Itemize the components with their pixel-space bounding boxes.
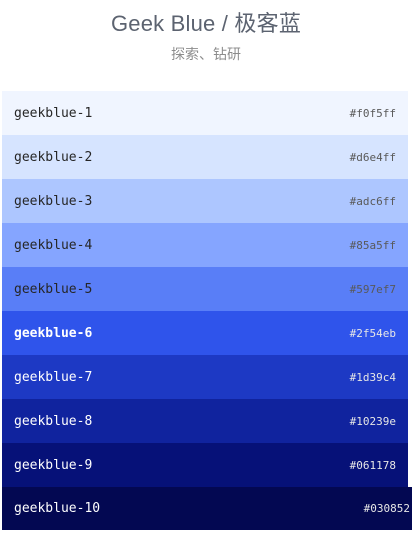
swatch-name: geekblue-8 — [14, 413, 93, 429]
swatch-hex: #d6e4ff — [349, 150, 396, 164]
swatch-geekblue-4[interactable]: geekblue-4 #85a5ff — [2, 223, 408, 267]
swatch-geekblue-6[interactable]: geekblue-6 #2f54eb — [2, 311, 408, 355]
swatch-geekblue-1[interactable]: geekblue-1 #f0f5ff — [2, 91, 408, 135]
swatch-name: geekblue-3 — [14, 193, 93, 209]
swatch-name: geekblue-1 — [14, 105, 93, 121]
swatch-name: geekblue-2 — [14, 149, 93, 165]
swatch-hex: #030852 — [363, 502, 410, 515]
swatch-hex: #597ef7 — [349, 282, 396, 296]
color-palette-page: Geek Blue / 极客蓝 探索、钻研 geekblue-1 #f0f5ff… — [0, 0, 412, 533]
swatch-geekblue-5[interactable]: geekblue-5 #597ef7 — [2, 267, 408, 311]
swatch-name: geekblue-6 — [14, 325, 93, 341]
swatch-hex: #adc6ff — [349, 194, 396, 208]
swatch-geekblue-2[interactable]: geekblue-2 #d6e4ff — [2, 135, 408, 179]
swatch-hex: #061178 — [349, 458, 396, 472]
swatch-name: geekblue-10 — [14, 501, 101, 516]
page-subtitle: 探索、钻研 — [171, 46, 241, 62]
swatch-name: geekblue-5 — [14, 281, 93, 297]
swatch-geekblue-3[interactable]: geekblue-3 #adc6ff — [2, 179, 408, 223]
swatch-geekblue-10[interactable]: geekblue-10 #030852 — [2, 487, 412, 530]
swatch-hex: #10239e — [349, 414, 396, 428]
swatch-hex: #1d39c4 — [349, 370, 396, 384]
swatch-geekblue-7[interactable]: geekblue-7 #1d39c4 — [2, 355, 408, 399]
swatch-hex: #2f54eb — [349, 326, 396, 340]
swatch-name: geekblue-4 — [14, 237, 93, 253]
page-title: Geek Blue / 极客蓝 — [110, 11, 302, 36]
swatch-geekblue-8[interactable]: geekblue-8 #10239e — [2, 399, 408, 443]
swatch-hex: #85a5ff — [349, 238, 396, 252]
color-swatch-list: geekblue-1 #f0f5ff geekblue-2 #d6e4ff ge… — [2, 91, 412, 530]
swatch-name: geekblue-9 — [14, 457, 93, 473]
swatch-name: geekblue-7 — [14, 369, 93, 385]
swatch-hex: #f0f5ff — [349, 106, 396, 120]
swatch-geekblue-9[interactable]: geekblue-9 #061178 — [2, 443, 408, 487]
